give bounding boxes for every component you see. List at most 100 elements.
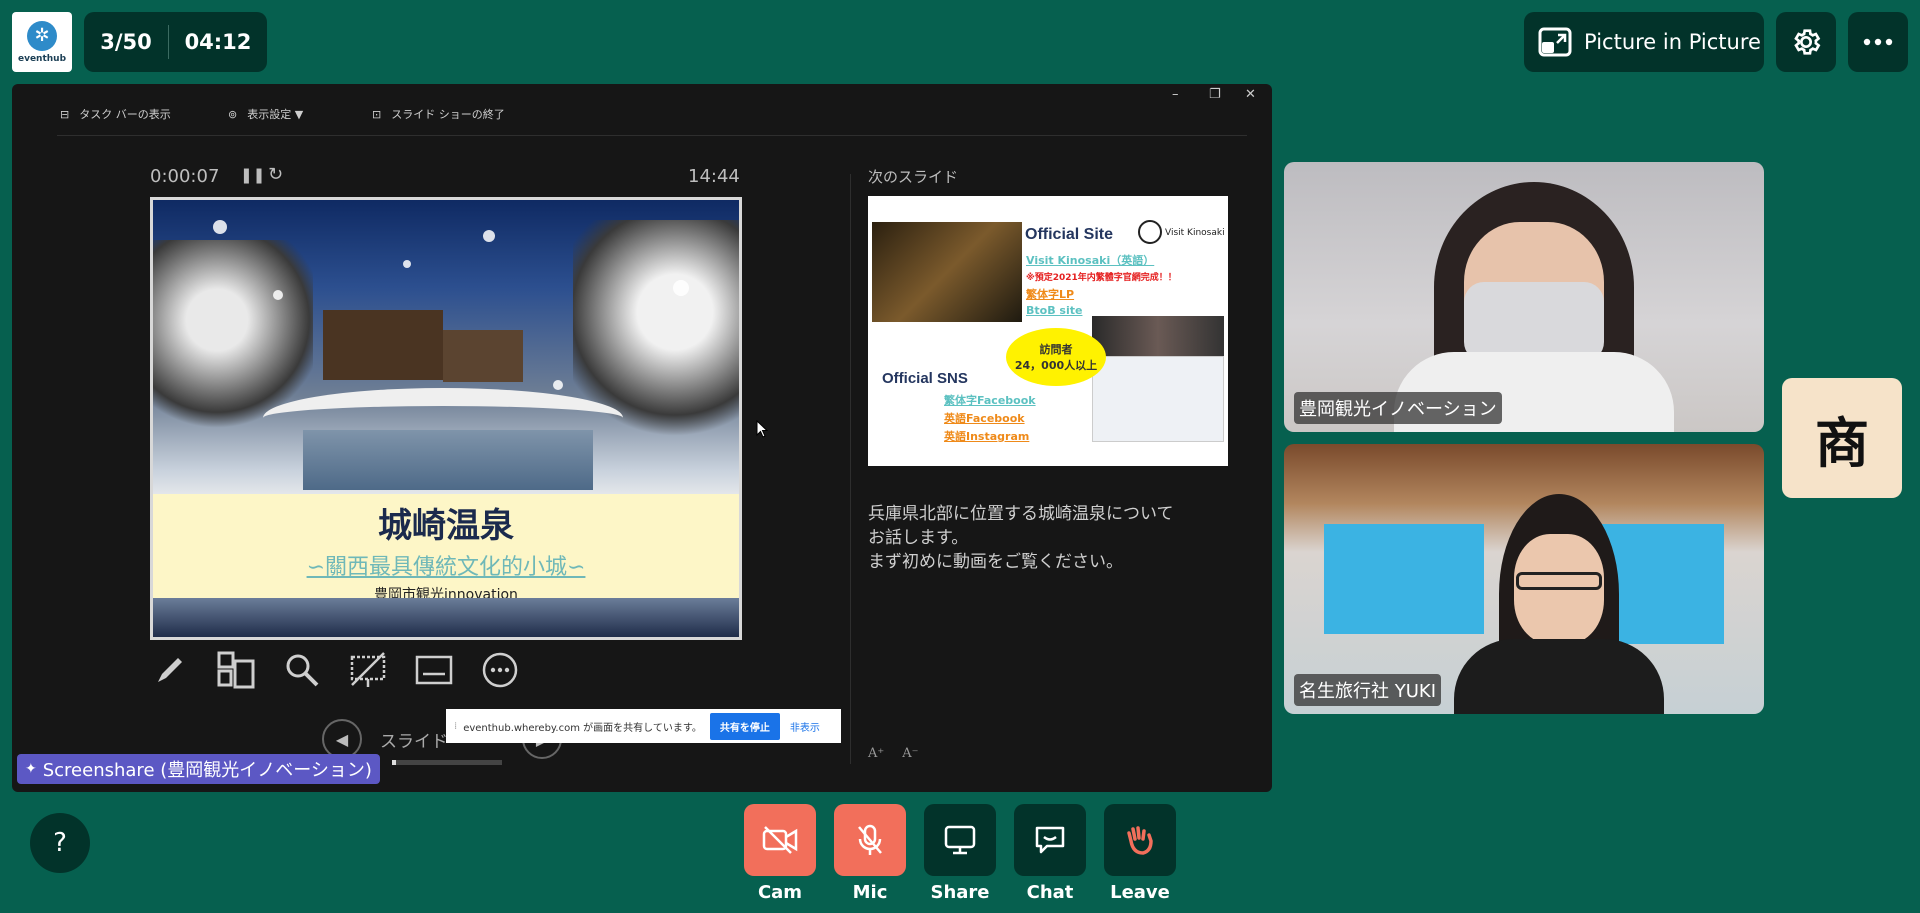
share-button[interactable] [924, 804, 996, 876]
slide-title-banner: 城崎温泉 ∽關西最具傳統文化的小城∽ 豊岡市観光innovation [153, 494, 739, 603]
mic-off-icon [858, 824, 882, 855]
cam-button[interactable] [744, 804, 816, 876]
minimize-icon[interactable]: – [1172, 87, 1179, 102]
restore-icon[interactable]: ❐ [1209, 87, 1221, 102]
black-screen-icon[interactable] [348, 650, 388, 690]
sharing-notification-bar: ⁞ eventhub.whereby.com が画面を共有しています。 共有を停… [446, 709, 841, 743]
chat-control: Chat [1014, 804, 1086, 903]
traditional-site-note: ※預定2021年内繁體字官網完成！！ [1026, 273, 1177, 283]
decrease-font-icon[interactable]: A⁻ [902, 746, 918, 761]
slide-subtitle: ∽關西最具傳統文化的小城∽ [306, 555, 586, 580]
next-slide-preview: Official Site Visit Kinosaki Visit Kinos… [868, 196, 1228, 466]
slide-navigation: ◀ スライド [322, 719, 448, 759]
slide-progress-fill [392, 760, 397, 765]
participant-video-tile[interactable]: 豊岡観光イノベーション [1284, 162, 1764, 432]
next-slide-label: 次のスライド [868, 168, 959, 186]
share-label: Share [930, 882, 990, 903]
face-mask [1464, 282, 1604, 362]
taskbar-toggle[interactable]: ⊟ タスク バーの表示 [60, 106, 171, 122]
link-btob-site: BtoB site [1026, 304, 1083, 317]
bubble-line-2: 24，000人以上 [1014, 359, 1098, 372]
leave-label: Leave [1110, 882, 1170, 903]
sparkle-icon: ✦ [25, 761, 37, 777]
display-settings-label: 表示設定 ▼ [247, 108, 304, 121]
gear-icon [1794, 29, 1821, 55]
more-options-icon[interactable] [480, 650, 520, 690]
chat-button[interactable] [1014, 804, 1086, 876]
end-slideshow-button[interactable]: ⊡ スライド ショーの終了 [372, 106, 505, 122]
close-icon[interactable]: ✕ [1245, 87, 1256, 102]
more-dots-icon [1863, 38, 1893, 46]
bubble-line-1: 訪問者 [1039, 343, 1073, 356]
snowflake [403, 260, 411, 268]
screenshare-badge-label: Screenshare (豊岡観光イノベーション) [42, 760, 372, 781]
screenshare-panel: ⊟ タスク バーの表示 ⊚ 表示設定 ▼ ⊡ スライド ショーの終了 – ❐ ✕… [12, 84, 1272, 792]
zoom-icon[interactable] [282, 650, 322, 690]
mic-button[interactable] [834, 804, 906, 876]
pen-tool-icon[interactable] [150, 650, 190, 690]
logo-text: eventhub [17, 53, 67, 64]
end-show-label: スライド ショーの終了 [391, 108, 505, 121]
logo-icon: ✲ [27, 20, 57, 51]
link-traditional-facebook: 繁体字Facebook [944, 394, 1036, 407]
official-sns-heading: Official SNS [882, 370, 968, 387]
reset-timer-icon[interactable]: ↻ [268, 164, 283, 185]
elapsed-time: 0:00:07 [150, 166, 220, 187]
stop-sharing-button[interactable]: 共有を停止 [709, 712, 780, 740]
link-visit-kinosaki: Visit Kinosaki（英語） [1026, 254, 1155, 267]
clock-time: 14:44 [688, 166, 740, 187]
participant-body [1454, 639, 1664, 714]
hide-bar-link[interactable]: 非表示 [790, 719, 820, 734]
sharing-message: eventhub.whereby.com が画面を共有しています。 [463, 722, 702, 734]
increase-font-icon[interactable]: A⁺ [868, 746, 884, 761]
snowflake [273, 290, 283, 300]
help-button[interactable]: ? [30, 813, 90, 873]
notes-line: お話します。 [868, 528, 969, 548]
facebook-screenshot [1092, 356, 1224, 442]
participant-name: 名生旅行社 YUKI [1294, 674, 1442, 706]
link-english-facebook: 英語Facebook [944, 412, 1025, 425]
sns-photo [1092, 316, 1224, 356]
official-site-heading: Official Site [1025, 226, 1114, 243]
more-options-button[interactable] [1848, 12, 1908, 72]
leave-button[interactable] [1104, 804, 1176, 876]
slide-progress-bar [392, 760, 502, 765]
presenter-toolbar: ⊟ タスク バーの表示 ⊚ 表示設定 ▼ ⊡ スライド ショーの終了 – ❐ ✕ [12, 84, 1272, 139]
link-english-instagram: 英語Instagram [944, 430, 1030, 443]
end-show-icon: ⊡ [372, 107, 382, 121]
eventhub-logo: ✲ eventhub [12, 12, 72, 72]
camera-off-icon [762, 826, 798, 854]
pip-icon [1538, 27, 1572, 57]
drag-handle-icon[interactable]: ⁞ [454, 721, 457, 732]
notes-font-size-controls: A⁺ A⁻ [868, 746, 919, 761]
visit-kinosaki-logo-icon [1138, 220, 1162, 244]
waving-hand-icon [1127, 826, 1153, 855]
snowflake [553, 380, 563, 390]
snowflake [673, 280, 689, 296]
previous-slide-button[interactable]: ◀ [322, 719, 362, 759]
chat-label: Chat [1026, 882, 1074, 903]
office-partition [1324, 524, 1484, 634]
taskbar-icon: ⊟ [60, 107, 70, 121]
slide-title: 城崎温泉 [378, 506, 514, 546]
participant-video-tile[interactable]: 名生旅行社 YUKI [1284, 444, 1764, 714]
see-all-slides-icon[interactable] [216, 650, 256, 690]
cam-label: Cam [757, 882, 803, 903]
settings-button[interactable] [1776, 12, 1836, 72]
participant-avatar[interactable]: 商 [1782, 378, 1902, 498]
toolbar-divider [57, 135, 1247, 136]
display-settings-menu[interactable]: ⊚ 表示設定 ▼ [228, 106, 303, 122]
slide-river [303, 430, 593, 490]
subtitles-icon[interactable] [414, 650, 454, 690]
mouse-cursor-icon [756, 419, 769, 442]
notes-line: まず初めに動画をご覧ください。 [868, 552, 1123, 572]
picture-in-picture-button[interactable]: Picture in Picture [1524, 12, 1764, 72]
snowflake [483, 230, 495, 242]
glasses-icon [1516, 572, 1602, 590]
cam-control: Cam [744, 804, 816, 903]
pause-icon[interactable]: ❚❚ [240, 166, 265, 184]
notes-line: 兵庫県北部に位置する城崎温泉について [868, 504, 1174, 524]
taskbar-label: タスク バーの表示 [79, 108, 171, 121]
snowflake [213, 220, 227, 234]
share-control: Share [924, 804, 996, 903]
